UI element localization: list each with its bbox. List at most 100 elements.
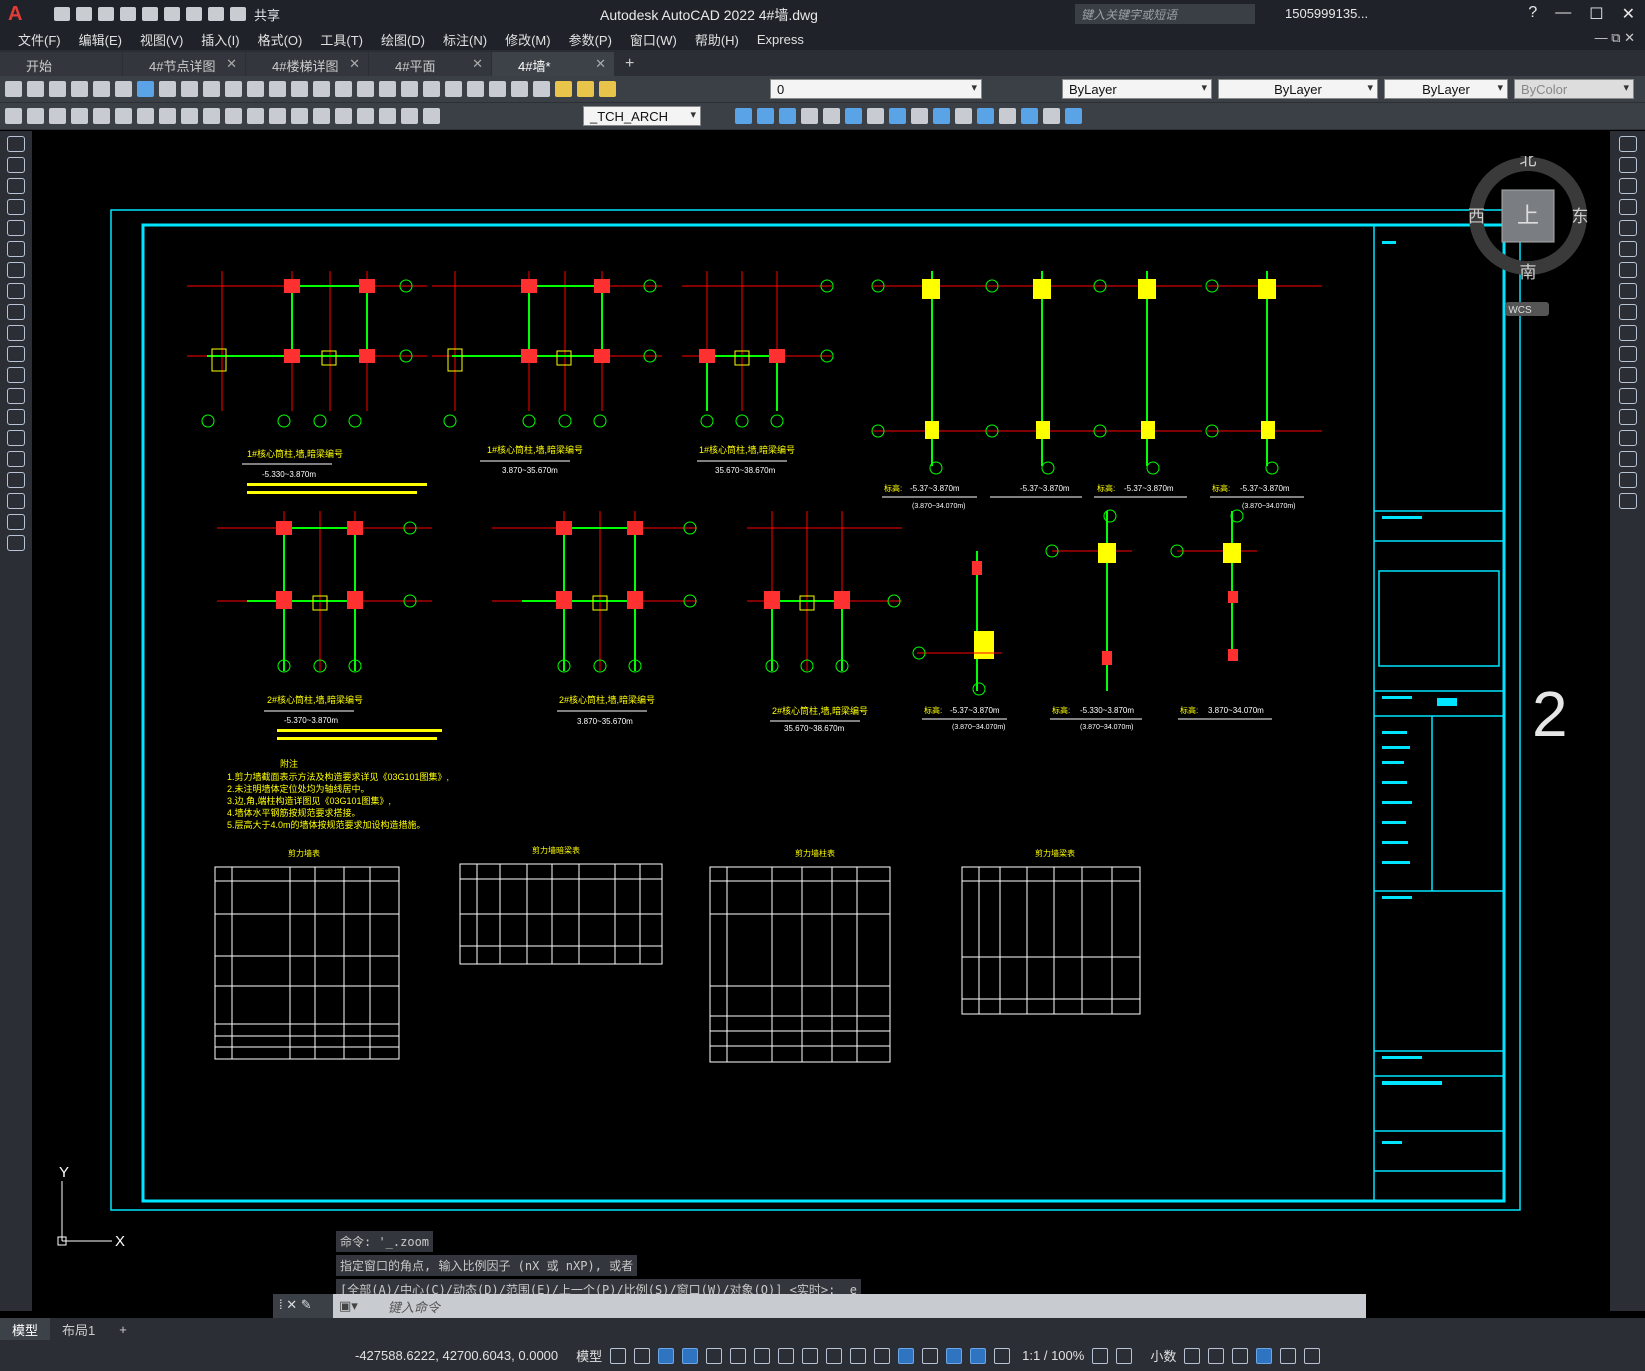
menu-parametric[interactable]: 参数(P) (569, 30, 612, 49)
tab-wall[interactable]: 4#墙* ✕ (492, 52, 614, 76)
open-web-icon[interactable] (142, 7, 158, 21)
viewcube[interactable]: 上 北 南 东 西 WCS (1468, 150, 1589, 316)
extend-icon[interactable] (1618, 346, 1637, 362)
copy-icon[interactable] (181, 81, 198, 97)
menu-dimension[interactable]: 标注(N) (443, 30, 487, 49)
gizmo-icon[interactable] (946, 1347, 963, 1364)
zoom-previous-icon[interactable] (379, 81, 396, 97)
tool-palettes-icon[interactable] (445, 81, 462, 97)
stair-tool-icon[interactable] (845, 108, 862, 124)
close-icon[interactable]: ✕ (1622, 4, 1635, 24)
lineweight-select[interactable]: ByLayer (1384, 79, 1508, 99)
tab-model[interactable]: 模型 (0, 1317, 51, 1341)
open-icon[interactable] (27, 81, 44, 97)
command-prompt-icon[interactable]: ▣▾ (339, 1298, 358, 1314)
diameter-icon[interactable] (137, 108, 154, 124)
add-selected-icon[interactable] (7, 535, 25, 551)
compass-south[interactable]: 南 (1520, 263, 1537, 282)
infer-constraints-icon[interactable] (658, 1347, 675, 1364)
zoom-realtime-icon[interactable] (335, 81, 352, 97)
drawing-window-controls[interactable]: — ⧉ ✕ (1595, 30, 1635, 46)
save-icon[interactable] (98, 7, 114, 21)
sheet-set-icon[interactable] (467, 81, 484, 97)
menu-draw[interactable]: 绘图(D) (381, 30, 425, 49)
command-line-buttons[interactable]: ⁞ ✕ ✎ (273, 1294, 333, 1318)
selection-filter-icon[interactable] (922, 1347, 939, 1364)
lineweight-icon[interactable] (802, 1347, 819, 1364)
dim-tool-icon[interactable] (999, 108, 1016, 124)
annotation-scale[interactable]: 1:1 / 100% (1022, 1348, 1084, 1363)
menu-tools[interactable]: 工具(T) (320, 30, 363, 49)
transparency-icon[interactable] (826, 1347, 843, 1364)
elevation-tool-icon[interactable] (889, 108, 906, 124)
dimension-space-icon[interactable] (247, 108, 264, 124)
file-tool-icon[interactable] (1021, 108, 1038, 124)
save-web-icon[interactable] (164, 7, 180, 21)
linear-dimension-icon[interactable] (5, 108, 22, 124)
graphics-performance-icon[interactable] (1256, 1347, 1273, 1364)
settings-tool-icon[interactable] (1065, 108, 1082, 124)
close-icon[interactable]: ✕ (226, 56, 237, 72)
3d-osnap-icon[interactable] (874, 1347, 891, 1364)
new-tab-button[interactable]: + (625, 55, 634, 76)
lock-ui-icon[interactable] (1208, 1347, 1225, 1364)
break-icon[interactable] (1618, 388, 1637, 404)
multiline-text-icon[interactable] (7, 514, 25, 530)
paste-icon[interactable] (203, 81, 220, 97)
symbol-tool-icon[interactable] (977, 108, 994, 124)
tab-node-detail[interactable]: 4#节点详图 ✕ (123, 52, 245, 76)
open-icon[interactable] (76, 7, 92, 21)
tolerance-icon[interactable] (291, 108, 308, 124)
properties-icon[interactable] (401, 81, 418, 97)
menu-insert[interactable]: 插入(I) (201, 30, 239, 49)
customization-icon[interactable] (1304, 1347, 1321, 1364)
menu-view[interactable]: 视图(V) (140, 30, 183, 49)
spline-icon[interactable] (7, 304, 25, 320)
snap-icon[interactable] (634, 1347, 651, 1364)
break-at-point-icon[interactable] (1618, 367, 1637, 383)
copy-object-icon[interactable] (1618, 157, 1637, 173)
new-icon[interactable] (5, 81, 22, 97)
undo-icon[interactable] (208, 7, 224, 21)
dimension-edit-icon[interactable] (379, 108, 396, 124)
menu-help[interactable]: 帮助(H) (695, 30, 739, 49)
explode-icon[interactable] (1618, 493, 1637, 509)
share-button[interactable]: 共享 (254, 5, 280, 24)
arc-length-icon[interactable] (49, 108, 66, 124)
section-tool-icon[interactable] (911, 108, 928, 124)
blend-curves-icon[interactable] (1618, 472, 1637, 488)
undo-icon[interactable] (269, 81, 286, 97)
polyline-icon[interactable] (7, 178, 25, 194)
compass-east[interactable]: 东 (1572, 207, 1589, 226)
layer-lock-icon[interactable] (599, 81, 616, 97)
dimension-update-icon[interactable] (423, 108, 440, 124)
center-mark-icon[interactable] (313, 108, 330, 124)
clean-screen-icon[interactable] (1280, 1347, 1297, 1364)
polar-icon[interactable] (706, 1347, 723, 1364)
close-icon[interactable]: ✕ (595, 56, 606, 72)
menu-format[interactable]: 格式(O) (258, 30, 303, 49)
text-style-select[interactable]: _TCH_ARCH (583, 106, 701, 126)
angular-icon[interactable] (159, 108, 176, 124)
join-icon[interactable] (1618, 409, 1637, 425)
offset-icon[interactable] (1618, 199, 1637, 215)
rotate-icon[interactable] (1618, 262, 1637, 278)
menu-edit[interactable]: 编辑(E) (79, 30, 122, 49)
door-tool-icon[interactable] (779, 108, 796, 124)
compass-west[interactable]: 西 (1468, 207, 1485, 226)
maximize-icon[interactable]: ☐ (1589, 4, 1603, 24)
drawing-canvas[interactable]: 1#核心筒柱,墙,暗梁编号 -5.330~3.870m 1#核心筒柱,墙,暗梁编… (32, 131, 1610, 1311)
add-layout-button[interactable]: + (107, 1320, 139, 1339)
help-icon[interactable]: ? (1528, 4, 1537, 24)
minimize-icon[interactable]: — (1555, 4, 1571, 24)
grid-icon[interactable] (610, 1347, 627, 1364)
insert-block-icon[interactable] (7, 367, 25, 383)
trim-icon[interactable] (1618, 325, 1637, 341)
tab-start[interactable]: 开始 (0, 52, 122, 76)
command-input[interactable]: 键入命令 (388, 1297, 440, 1316)
3d-dwf-icon[interactable] (137, 81, 154, 97)
table-tool-icon[interactable] (955, 108, 972, 124)
new-icon[interactable] (54, 7, 70, 21)
polygon-icon[interactable] (7, 199, 25, 215)
close-icon[interactable]: ✕ (349, 56, 360, 72)
